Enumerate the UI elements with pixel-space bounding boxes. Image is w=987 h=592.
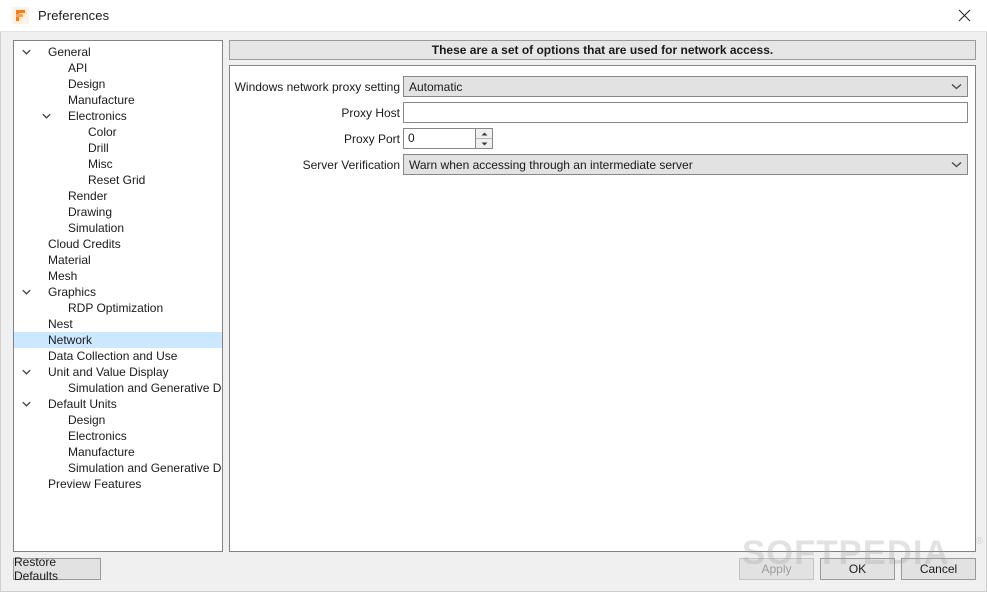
server-verification-value: Warn when accessing through an intermedi… [409,157,693,172]
sidebar-item-simulation[interactable]: Simulation [14,220,222,236]
label-server-verification: Server Verification [302,158,400,172]
proxy-host-input[interactable] [403,102,968,123]
row-proxy-port: Proxy Port [232,128,400,150]
label-proxy-setting: Windows network proxy setting [234,80,400,94]
sidebar-item-network[interactable]: Network [14,332,222,348]
chevron-down-icon[interactable] [40,108,52,124]
sidebar-item-material[interactable]: Material [14,252,222,268]
server-verification-dropdown[interactable]: Warn when accessing through an intermedi… [403,154,968,175]
sidebar-item-label: Drill [88,141,109,155]
sidebar-item-electronics[interactable]: Electronics [14,428,222,444]
sidebar-item-nest[interactable]: Nest [14,316,222,332]
row-server-verification: Server Verification [232,154,400,176]
sidebar-item-label: Simulation and Generative Design [68,381,222,395]
preferences-window: Preferences General API Design Manufacture E… [0,0,987,592]
sidebar-item-unit-and-value-display[interactable]: Unit and Value Display [14,364,222,380]
sidebar-item-label: Drawing [68,205,113,219]
sidebar-item-simulation-and-generative-design[interactable]: Simulation and Generative Design [14,460,222,476]
sidebar-item-manufacture[interactable]: Manufacture [14,444,222,460]
sidebar-item-label: Color [88,125,117,139]
sidebar-item-label: Material [48,253,91,267]
proxy-port-stepper[interactable]: 0 [403,128,493,149]
label-proxy-port: Proxy Port [343,132,400,146]
sidebar-item-label: Default Units [48,397,117,411]
sidebar-item-label: Misc [88,157,113,171]
sidebar-item-drawing[interactable]: Drawing [14,204,222,220]
sidebar-item-misc[interactable]: Misc [14,156,222,172]
chevron-down-icon[interactable] [945,155,967,174]
chevron-down-icon[interactable] [20,396,32,412]
chevron-down-icon[interactable] [20,284,32,300]
sidebar-item-label: Mesh [48,269,78,283]
sidebar-item-label: RDP Optimization [68,301,164,315]
close-icon[interactable] [941,0,987,31]
sidebar-item-label: Design [68,413,106,427]
window-body: General API Design Manufacture Electronics Co… [0,32,987,592]
sidebar-item-drill[interactable]: Drill [14,140,222,156]
sidebar-item-label: Nest [48,317,73,331]
sidebar-item-color[interactable]: Color [14,124,222,140]
sidebar-item-preview-features[interactable]: Preview Features [14,476,222,492]
sidebar-item-graphics[interactable]: Graphics [14,284,222,300]
sidebar-item-rdp-optimization[interactable]: RDP Optimization [14,300,222,316]
network-settings-panel: Windows network proxy setting Automatic … [229,65,976,552]
sidebar-item-electronics[interactable]: Electronics [14,108,222,124]
sidebar-item-api[interactable]: API [14,60,222,76]
row-proxy-setting: Windows network proxy setting [232,76,400,98]
apply-button[interactable]: Apply [739,558,814,580]
sidebar-item-label: Render [68,189,108,203]
sidebar-item-design[interactable]: Design [14,76,222,92]
proxy-port-spin-buttons [475,129,492,148]
label-proxy-host: Proxy Host [341,106,400,120]
sidebar-item-reset-grid[interactable]: Reset Grid [14,172,222,188]
preferences-tree[interactable]: General API Design Manufacture Electronics Co… [13,40,223,552]
sidebar-item-label: Graphics [48,285,97,299]
cancel-button[interactable]: Cancel [901,558,976,580]
section-description-text: These are a set of options that are used… [431,43,774,57]
sidebar-item-data-collection-and-use[interactable]: Data Collection and Use [14,348,222,364]
fusion-f-icon [12,7,29,24]
sidebar-item-default-units[interactable]: Default Units [14,396,222,412]
sidebar-item-label: Reset Grid [88,173,146,187]
sidebar-item-label: Simulation [68,221,125,235]
sidebar-item-label: Simulation and Generative Design [68,461,222,475]
row-proxy-host: Proxy Host [232,102,400,124]
sidebar-item-label: Data Collection and Use [48,349,178,363]
sidebar-item-label: API [68,61,88,75]
sidebar-item-label: Design [68,77,106,91]
restore-defaults-button[interactable]: Restore Defaults [13,555,101,583]
sidebar-item-simulation-and-generative-design[interactable]: Simulation and Generative Design [14,380,222,396]
sidebar-item-render[interactable]: Render [14,188,222,204]
window-title: Preferences [38,8,110,23]
sidebar-item-label: Manufacture [68,93,135,107]
sidebar-item-label: Preview Features [48,477,142,491]
chevron-down-icon[interactable] [945,77,967,96]
sidebar-item-label: Cloud Credits [48,237,121,251]
sidebar-item-label: Network [48,333,93,347]
chevron-down-icon[interactable] [20,364,32,380]
ok-button[interactable]: OK [820,558,895,580]
sidebar-item-general[interactable]: General [14,44,222,60]
sidebar-item-label: Manufacture [68,445,135,459]
proxy-setting-dropdown[interactable]: Automatic [403,76,968,97]
sidebar-item-manufacture[interactable]: Manufacture [14,92,222,108]
sidebar-item-cloud-credits[interactable]: Cloud Credits [14,236,222,252]
section-description-banner: These are a set of options that are used… [229,40,976,60]
proxy-setting-value: Automatic [409,79,463,94]
sidebar-item-mesh[interactable]: Mesh [14,268,222,284]
sidebar-item-label: General [48,45,91,59]
title-bar: Preferences [0,0,987,32]
spinner-down-icon[interactable] [476,139,492,148]
proxy-port-value[interactable]: 0 [404,129,475,148]
chevron-down-icon[interactable] [20,44,32,60]
spinner-up-icon[interactable] [476,129,492,139]
sidebar-item-label: Electronics [68,429,127,443]
sidebar-item-label: Unit and Value Display [48,365,169,379]
sidebar-item-label: Electronics [68,109,127,123]
sidebar-item-design[interactable]: Design [14,412,222,428]
